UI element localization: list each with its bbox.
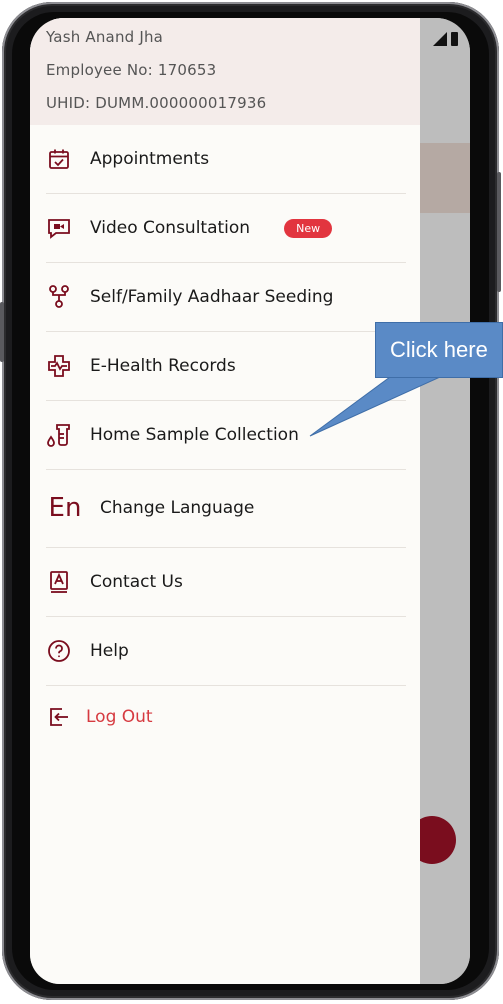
employee-number: Employee No: 170653	[46, 61, 217, 79]
user-name: Yash Anand Jha	[46, 28, 164, 46]
menu-item-label: Log Out	[86, 707, 153, 727]
callout-annotation: Click here	[375, 322, 503, 378]
menu-item-home-sample-collection[interactable]: Home Sample Collection	[46, 401, 406, 469]
battery-icon	[451, 32, 458, 46]
volume-button	[0, 302, 4, 362]
menu-item-label: Home Sample Collection	[90, 425, 299, 445]
status-bar	[433, 32, 458, 46]
menu-item-change-language[interactable]: En Change Language	[46, 473, 406, 543]
uhid: UHID: DUMM.000000017936	[46, 94, 267, 112]
contact-book-icon	[46, 569, 72, 595]
menu-item-label: E-Health Records	[90, 356, 236, 376]
navigation-drawer: Yash Anand Jha Employee No: 170653 UHID:…	[30, 18, 420, 984]
menu-item-video-consultation[interactable]: Video Consultation New	[46, 194, 406, 262]
new-badge: New	[284, 218, 333, 238]
logout-icon	[46, 704, 72, 730]
video-icon	[46, 215, 72, 241]
menu-item-log-out[interactable]: Log Out	[46, 684, 406, 750]
help-circle-icon	[46, 638, 72, 664]
menu-item-aadhaar-seeding[interactable]: Self/Family Aadhaar Seeding	[46, 263, 406, 331]
health-record-icon	[46, 353, 72, 379]
divider	[46, 469, 406, 470]
menu-item-label: Change Language	[100, 498, 255, 518]
menu-item-label: Video Consultation	[90, 218, 251, 238]
power-button	[497, 172, 501, 292]
menu-item-e-health-records[interactable]: E-Health Records	[46, 332, 406, 400]
menu-item-help[interactable]: Help	[46, 617, 406, 685]
menu-item-label: Self/Family Aadhaar Seeding	[90, 287, 334, 307]
menu-item-label: Contact Us	[90, 572, 183, 592]
signal-icon	[433, 32, 447, 46]
menu-item-label: Help	[90, 641, 129, 661]
menu-item-appointments[interactable]: Appointments	[46, 125, 406, 193]
profile-header: Yash Anand Jha Employee No: 170653 UHID:…	[30, 18, 420, 125]
menu-item-label: Appointments	[90, 149, 210, 169]
language-en-icon: En	[48, 493, 82, 523]
screen: Yash Anand Jha Employee No: 170653 UHID:…	[30, 18, 470, 984]
calendar-check-icon	[46, 146, 72, 172]
menu-item-contact-us[interactable]: Contact Us	[46, 548, 406, 616]
family-tree-icon	[46, 284, 72, 310]
sample-tube-icon	[46, 422, 72, 448]
background-header-band	[420, 143, 470, 213]
